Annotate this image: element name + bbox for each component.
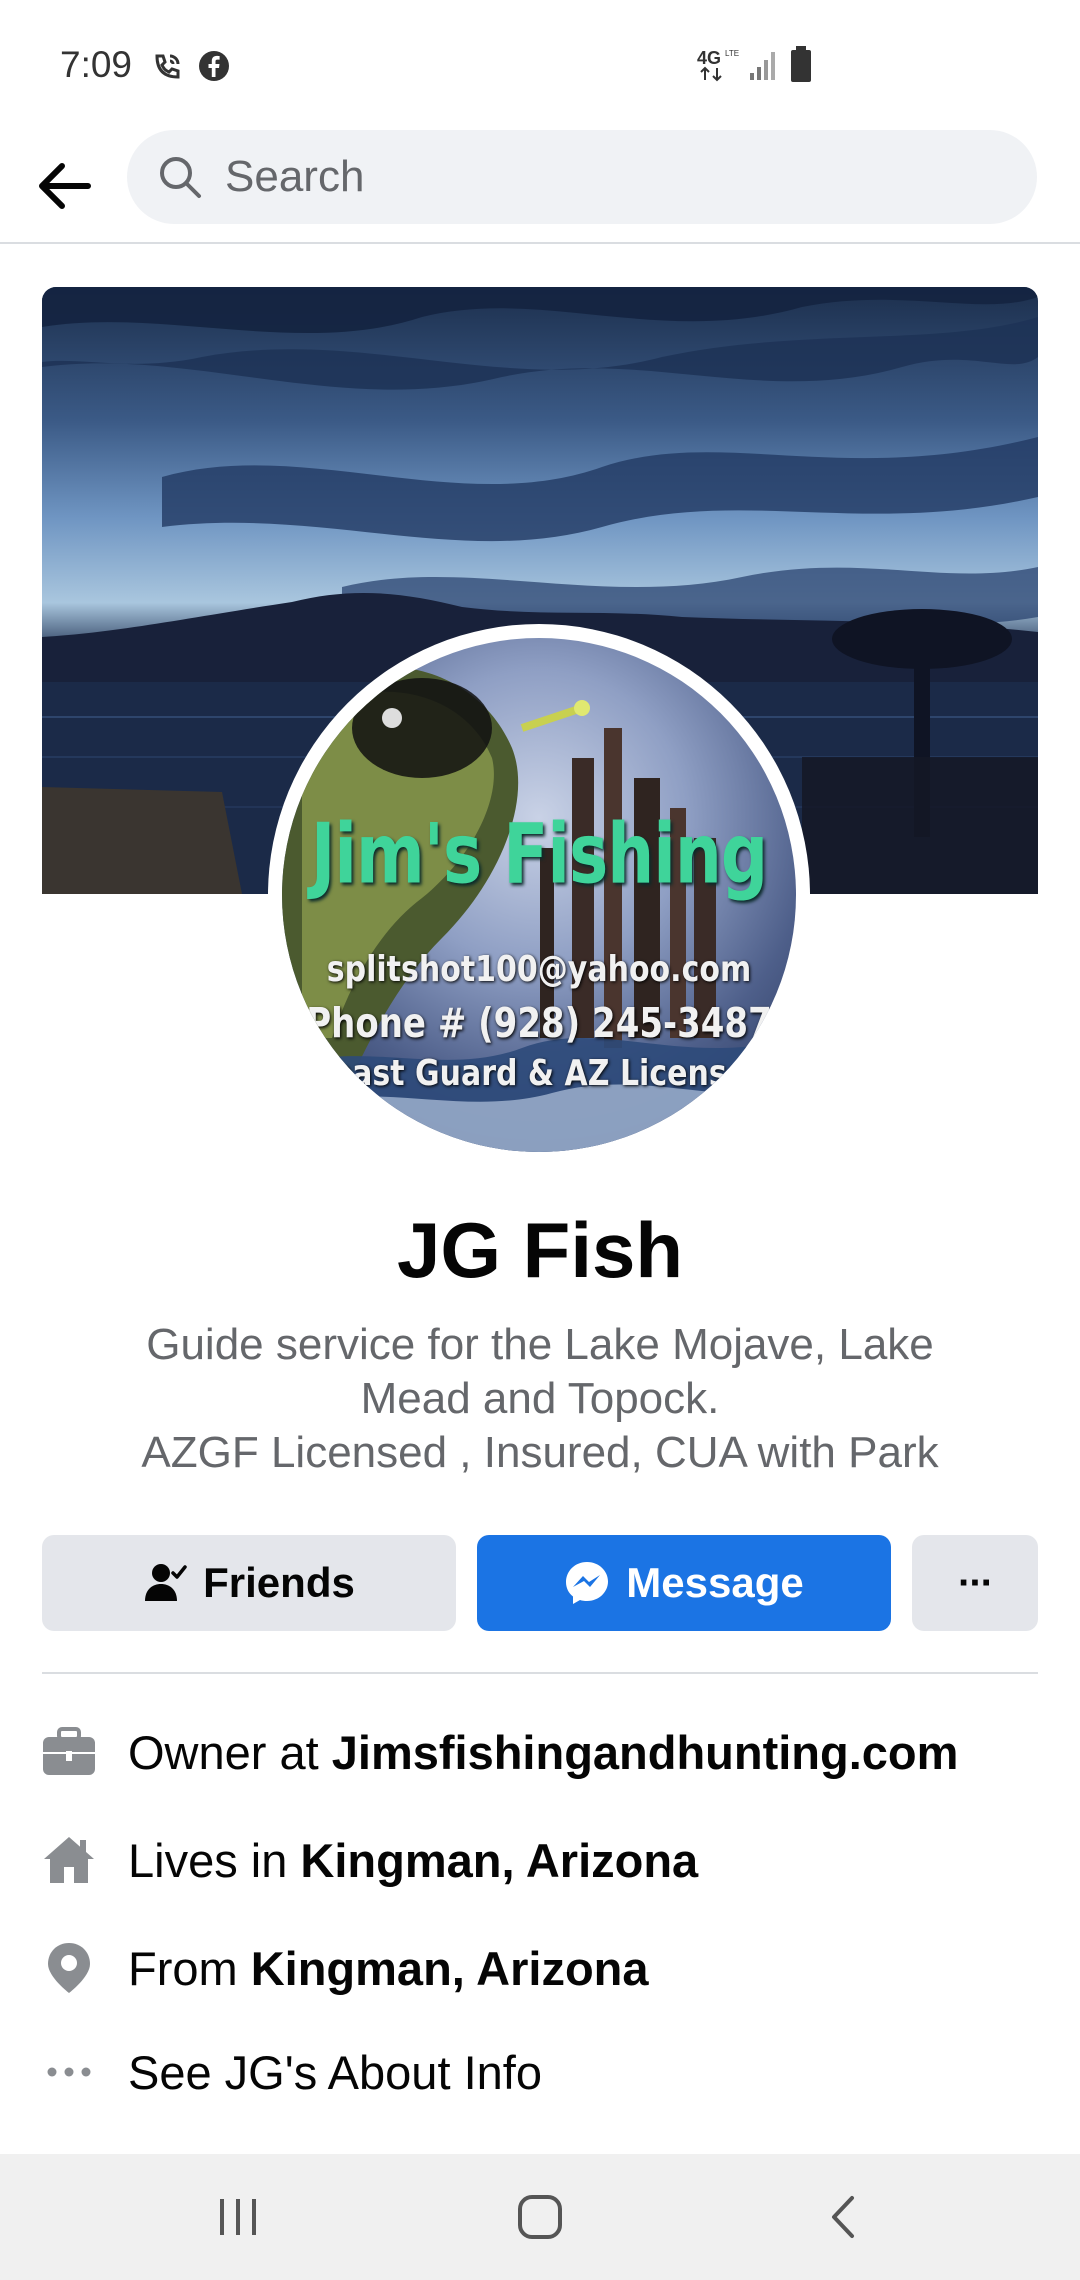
back-arrow-icon [39,163,91,209]
back-button[interactable] [28,150,100,222]
about-prefix: Lives in [128,1833,301,1887]
about-text: Lives in Kingman, Arizona [128,1833,698,1888]
avatar-phone: Phone # (928) 245-3487 [306,1000,772,1048]
location-pin-icon [42,1941,96,1995]
about-prefix: From [128,1941,251,1995]
search-icon [160,157,201,198]
bio-line: Mead and Topock. [360,1374,720,1423]
bio-line: Guide service for the Lake Mojave, Lake [146,1320,934,1369]
4g-lte-icon: 4G LTE [695,46,739,87]
about-text: Owner at Jimsfishingandhunting.com [128,1725,958,1780]
more-dots-icon [42,2045,96,2099]
more-options-button[interactable]: ··· [912,1535,1038,1631]
see-about-info-link[interactable]: See JG's About Info [128,2045,542,2100]
friends-check-icon [143,1561,187,1605]
facebook-icon [198,50,230,87]
profile-bio: Guide service for the Lake Mojave, Lake … [100,1318,980,1480]
profile-name: JG Fish [396,1206,684,1294]
avatar-license: Coast Guard & AZ Licensed [309,1052,769,1095]
more-dots-icon: ··· [958,1560,994,1605]
avatar-title: Jim's Fishing [310,806,768,903]
about-text: From Kingman, Arizona [128,1941,649,1996]
divider [42,1672,1038,1674]
profile-picture[interactable]: Jim's Fishing splitshot100@yahoo.com Pho… [282,638,796,1152]
recent-apps-button[interactable] [198,2184,278,2250]
about-row-lives[interactable]: Lives in Kingman, Arizona [42,1820,1038,1900]
system-nav-bar [0,2154,1080,2280]
bio-line: AZGF Licensed , Insured, CUA with Park [141,1428,939,1477]
home-icon [42,1833,96,1887]
briefcase-icon [42,1725,96,1779]
message-label: Message [626,1559,804,1606]
search-input[interactable] [225,152,985,202]
about-row-from[interactable]: From Kingman, Arizona [42,1928,1038,2008]
home-circle-icon [518,2195,562,2239]
messenger-icon [564,1560,610,1606]
about-value[interactable]: Jimsfishingandhunting.com [332,1726,959,1779]
avatar-email: splitshot100@yahoo.com [326,948,752,991]
signal-icon [749,47,779,86]
top-header [0,130,1080,244]
recent-apps-icon [220,2199,256,2235]
wifi-calling-icon [150,50,184,89]
about-value[interactable]: Kingman, Arizona [300,1834,698,1887]
message-button[interactable]: Message [477,1535,891,1631]
back-nav-button[interactable] [802,2184,882,2250]
about-row-see-info[interactable]: See JG's About Info [42,2032,1038,2112]
about-value[interactable]: Kingman, Arizona [251,1942,649,1995]
svg-text:LTE: LTE [725,49,739,58]
status-time: 7:09 [60,44,133,85]
status-right-group: 4G LTE [695,45,813,88]
about-prefix: Owner at [128,1725,332,1779]
about-row-work[interactable]: Owner at Jimsfishingandhunting.com [42,1712,1038,1792]
friends-label: Friends [203,1559,355,1606]
friends-button[interactable]: Friends [42,1535,456,1631]
svg-text:4G: 4G [697,48,721,68]
search-bar[interactable] [127,130,1037,224]
chevron-left-icon [832,2196,854,2238]
battery-icon [789,45,813,88]
status-bar: 7:09 4G LTE [0,0,1080,130]
home-button[interactable] [500,2184,580,2250]
